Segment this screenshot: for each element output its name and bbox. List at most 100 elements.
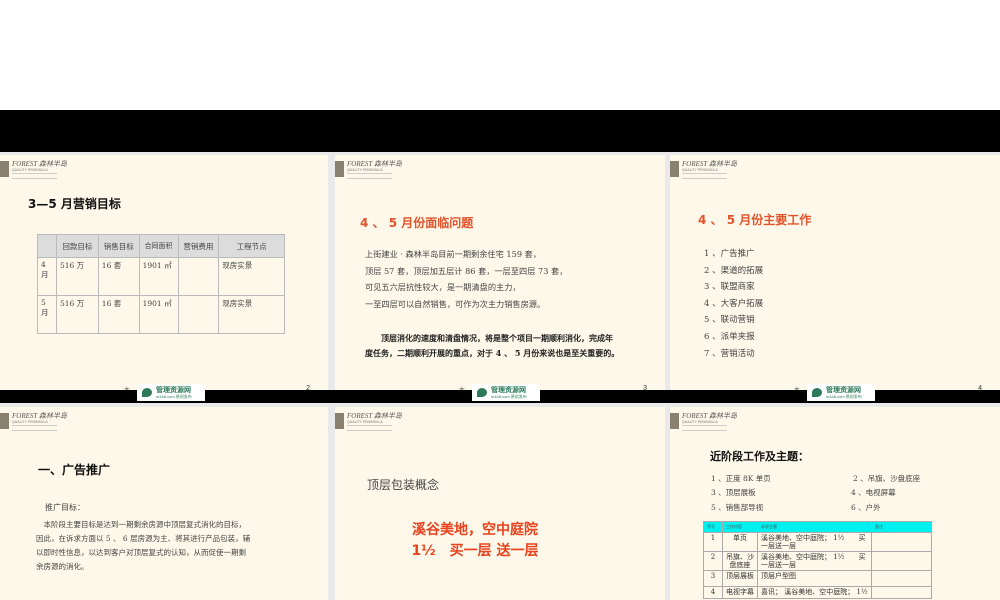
cell: 2 — [703, 551, 723, 571]
list-item: 7 、营销活动 — [704, 348, 755, 359]
top-black-bar — [0, 110, 1000, 152]
logo-divider — [12, 425, 57, 431]
slide-6[interactable]: FOREST 森林半岛 QUALITY PENINSULA 顶层包装概念 溪谷美地… — [335, 407, 665, 600]
cell: 单页 — [722, 532, 758, 552]
text-line: 可见五六层抗性较大，是一期清盘的主力， — [365, 282, 521, 292]
cell: 516 万 — [55, 257, 99, 296]
list-item: 3 、联盟商家 — [704, 282, 755, 293]
table-row: 5月 516 万 16 套 1901 ㎡现房实景 — [37, 295, 285, 334]
list-item: 4 、电视屏幕 — [851, 488, 896, 497]
table-header-row: 回款目标 销售目标 合同面积 营销费用 工程节点 — [37, 234, 285, 258]
logo-sub: QUALITY PENINSULA — [347, 420, 383, 424]
body-text: 本阶段主要目标是达到一期剩余房源中顶层复式消化的目标， 因此，在诉求方面以 5 … — [36, 518, 250, 574]
cell: 4 — [703, 586, 723, 599]
list-item: 5 、联动营销 — [704, 315, 755, 326]
slide-title: 顶层包装概念 — [367, 478, 440, 492]
text-line: 度任务，二期顺利开展的重点，对于 4 、 5 月份来说也是至关重要的。 — [365, 348, 620, 358]
table-row: 4 电视字幕 喜讯； 溪谷美地、空中庭院； 1½ — [703, 586, 932, 599]
cell: 1901 ㎡ — [138, 257, 179, 296]
text-line: 本阶段主要目标是达到一期剩余房源中顶层复式消化的目标， — [36, 520, 246, 529]
cell: 溪谷美地、空中庭院； 1½ 买一层送一层 — [757, 551, 872, 571]
table-header: 回款目标 — [55, 234, 99, 258]
text-line: 顶层消化的速度和清盘情况，将是整个项目一期顺利消化，完成年 — [365, 333, 613, 343]
cell: 16 套 — [97, 295, 140, 334]
logo-image-icon — [670, 413, 679, 429]
logo-divider — [682, 173, 727, 179]
watermark: 管理资源网 m448.com 原创发布 — [137, 384, 205, 401]
slide-5[interactable]: FOREST 森林半岛 QUALITY PENINSULA 一、广告推广 推广目标… — [0, 407, 328, 600]
table-header: 合同面积 — [138, 234, 179, 258]
slide-4[interactable]: FOREST 森林半岛 QUALITY PENINSULA 4 、 5 月份主要工… — [670, 155, 1000, 390]
leaf-logo-icon — [812, 388, 822, 397]
cell — [177, 295, 220, 334]
text-line: 以即时性信息，以达到客户对顶层复式的认知，从而促使一期剩 — [36, 548, 246, 557]
forest-logo: FOREST 森林半岛 QUALITY PENINSULA — [0, 410, 70, 434]
forest-logo: FOREST 森林半岛 QUALITY PENINSULA — [335, 410, 405, 434]
text-line: 上街建业 · 森林半岛目前一期剩余住宅 159 套， — [365, 249, 542, 259]
list-item: 2 、吊旗、沙盘底座 — [853, 474, 921, 483]
list-item: 2 、渠道的拓展 — [704, 265, 764, 276]
logo-divider — [682, 425, 727, 431]
text-line: 顶层 57 套，顶层加五层计 86 套，一层至四层 73 套， — [365, 265, 568, 276]
slide-footer: - 本 — [790, 385, 800, 390]
table-header-row: 序号 工作内容 诉求主题 备注 — [703, 521, 932, 533]
text-line: 余房源的消化。 — [36, 562, 89, 571]
logo-sub: QUALITY PENINSULA — [12, 168, 48, 172]
cell: 4月 — [37, 257, 57, 296]
logo-image-icon — [0, 413, 9, 429]
slide-title: 一、广告推广 — [38, 463, 111, 477]
table-header: 工程节点 — [218, 234, 285, 258]
logo-sub: QUALITY PENINSULA — [682, 420, 718, 424]
cell — [871, 551, 932, 571]
table-row: 4月 516 万 16 套 1901 ㎡现房实景 — [37, 257, 285, 296]
slide-title: 4 、 5 月份主要工作 — [698, 213, 812, 227]
logo-divider — [12, 173, 57, 179]
slide-2[interactable]: FOREST 森林半岛 QUALITY PENINSULA 3—5 月营销目标 回… — [0, 155, 328, 390]
logo-divider — [347, 173, 392, 179]
top-blank-area — [0, 0, 1000, 110]
watermark: 管理资源网 m448.com 原创发布 — [472, 384, 540, 401]
list-item: 6 、户外 — [851, 503, 881, 512]
cell: 16 套 — [97, 257, 140, 296]
table-row: 2 吊旗、沙盘底座 溪谷美地、空中庭院； 1½ 买一层送一层 — [703, 551, 932, 571]
cell: 顶层展板 — [722, 570, 758, 587]
slide-7[interactable]: FOREST 森林半岛 QUALITY PENINSULA 近阶段工作及主题： 1… — [670, 407, 1000, 600]
slide-footer: - 本 — [120, 385, 130, 390]
list-item: 1 、正度 8K 单页 — [711, 474, 771, 483]
cell: 现房实景 — [218, 295, 285, 334]
table-header: 营销费用 — [177, 234, 220, 258]
cell: 顶层户型图 — [757, 570, 872, 587]
leaf-logo-icon — [142, 388, 152, 397]
cell — [871, 532, 932, 552]
table-header — [37, 234, 57, 258]
logo-image-icon — [0, 161, 9, 177]
cell: 5月 — [37, 295, 57, 334]
table-header: 诉求主题 — [757, 521, 872, 533]
table-header: 工作内容 — [722, 521, 758, 533]
page-number: 2 — [306, 385, 310, 390]
watermark-url: m448.com 原创发布 — [156, 394, 192, 399]
cell: 吊旗、沙盘底座 — [722, 551, 758, 571]
subtitle: 推广目标： — [45, 503, 85, 512]
cell — [871, 586, 932, 599]
cell — [871, 570, 932, 587]
forest-logo: FOREST 森林半岛 QUALITY PENINSULA — [0, 158, 70, 182]
logo-image-icon — [670, 161, 679, 177]
table-header: 备注 — [871, 521, 932, 533]
forest-logo: FOREST 森林半岛 QUALITY PENINSULA — [670, 410, 740, 434]
bold-text: 顶层消化的速度和清盘情况，将是整个项目一期顺利消化，完成年 度任务，二期顺利开展… — [365, 331, 619, 361]
cell: 现房实景 — [218, 257, 285, 296]
slide-3[interactable]: FOREST 森林半岛 QUALITY PENINSULA 4 、 5 月份面临问… — [335, 155, 665, 390]
slide-title: 3—5 月营销目标 — [28, 197, 121, 211]
table-header: 销售目标 — [97, 234, 140, 258]
cell: 喜讯； 溪谷美地、空中庭院； 1½ — [757, 586, 872, 599]
table-row: 1 单页 溪谷美地、空中庭院； 1½ 买一层送一层 — [703, 532, 932, 552]
table-row: 3 顶层展板 顶层户型图 — [703, 570, 932, 587]
work-list: 1 、广告推广 2 、渠道的拓展 3 、联盟商家 4 、大客户拓展 5 、联动营… — [704, 247, 763, 363]
cell: 1901 ㎡ — [138, 295, 179, 334]
logo-sub: QUALITY PENINSULA — [12, 420, 48, 424]
list-item: 6 、派单夹报 — [704, 331, 755, 342]
slide-title: 4 、 5 月份面临问题 — [360, 216, 474, 230]
cell — [177, 257, 220, 296]
forest-logo: FOREST 森林半岛 QUALITY PENINSULA — [670, 158, 740, 182]
